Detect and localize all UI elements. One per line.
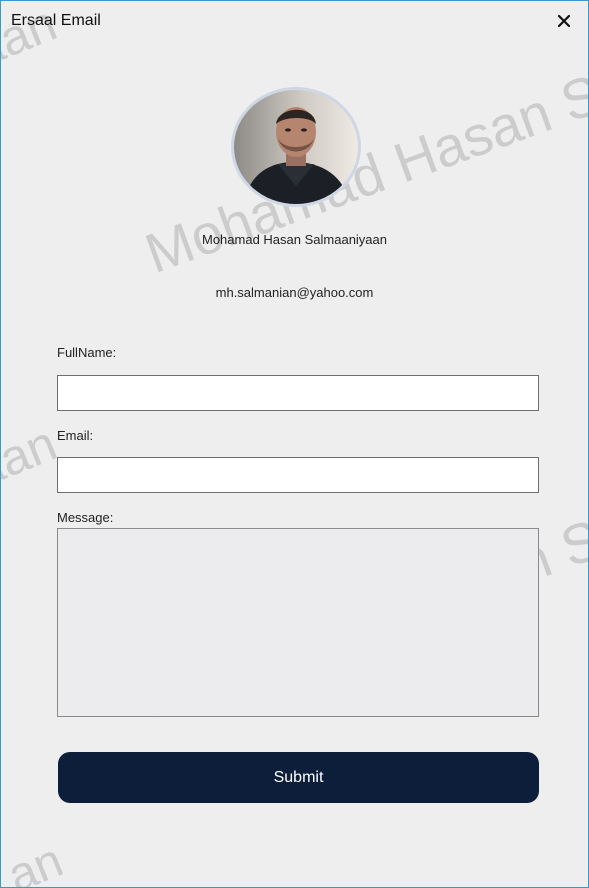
watermark-fragment-bottom-left: an: [0, 833, 71, 888]
email-dialog: aan Mohamad Hasan S aan Mohamad Hasan S …: [0, 0, 589, 888]
email-label: Email:: [57, 428, 94, 443]
close-icon: [557, 14, 571, 28]
profile-email: mh.salmanian@yahoo.com: [215, 285, 374, 300]
message-label: Message:: [57, 510, 114, 525]
email-input[interactable]: [57, 457, 539, 493]
window-title: Ersaal Email: [11, 12, 101, 29]
title-bar: Ersaal Email: [1, 1, 588, 41]
message-textarea[interactable]: [57, 528, 539, 717]
profile-photo: [234, 90, 358, 204]
profile-name: Mohamad Hasan Salmaaniyaan: [202, 232, 387, 247]
submit-button[interactable]: Submit: [58, 752, 539, 803]
fullname-input[interactable]: [57, 375, 539, 411]
close-button[interactable]: [550, 7, 578, 35]
watermark-middle: Mohamad Hasan S: [137, 61, 589, 286]
fullname-label: FullName:: [57, 345, 117, 360]
watermark-fragment-left-middle: aan: [0, 414, 64, 499]
avatar: [231, 87, 361, 207]
